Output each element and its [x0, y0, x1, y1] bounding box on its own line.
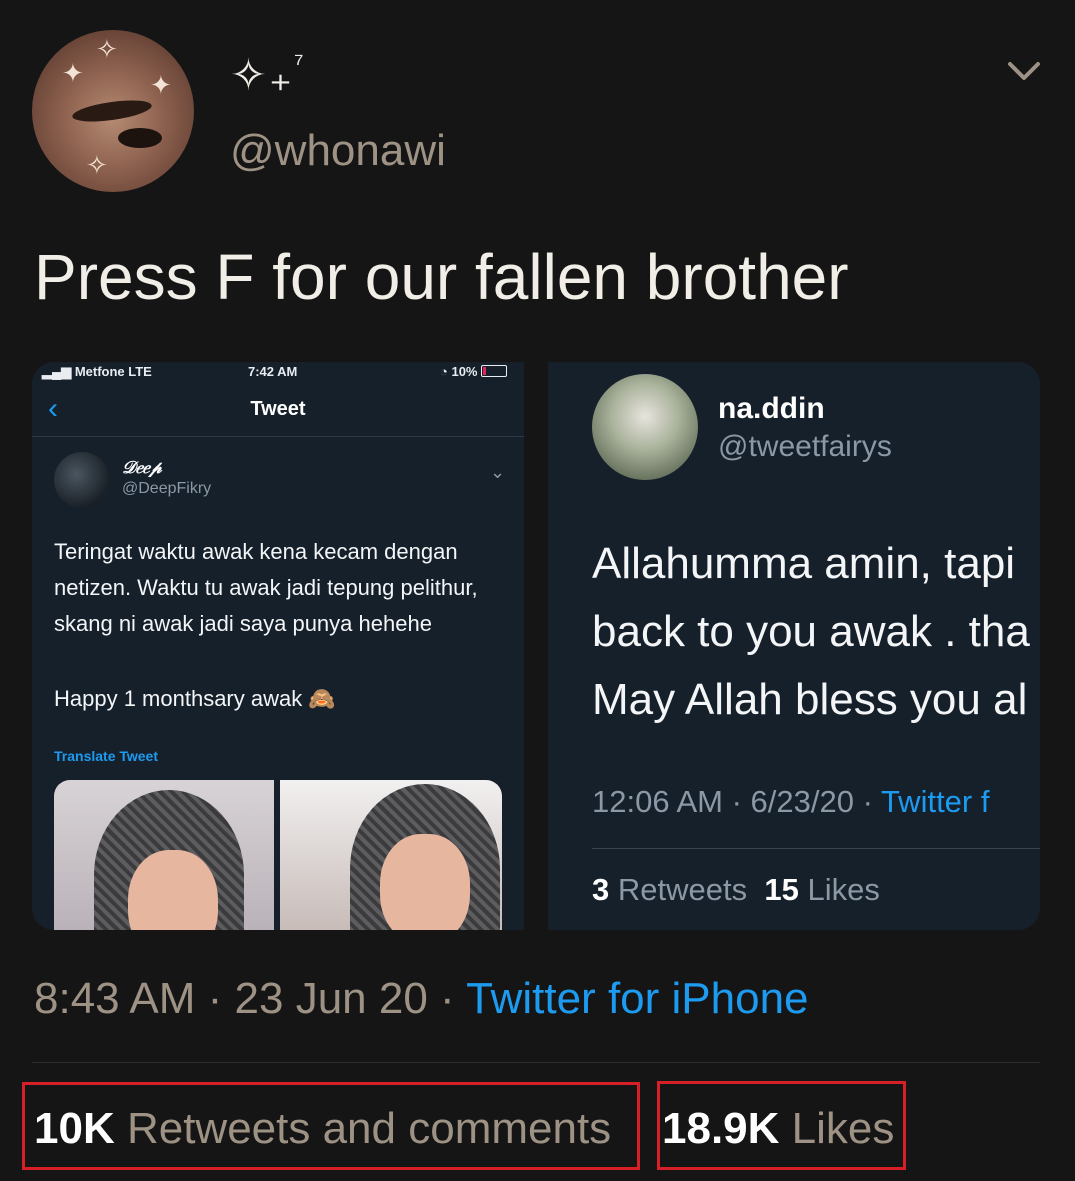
translate-tweet-link: Translate Tweet	[54, 748, 159, 764]
status-bar-battery: ◔ 10%	[440, 364, 508, 379]
tweet-source-link[interactable]: Twitter for iPhone	[466, 974, 808, 1023]
embedded-tweet-body-2: Happy 1 monthsary awak 🙈	[54, 686, 336, 711]
status-bar-carrier: ▂▄▆ Metfone LTE	[42, 364, 152, 379]
author-display-name[interactable]: ✧₊⁷	[230, 48, 306, 101]
tweet-date: 23 Jun 20	[234, 974, 428, 1023]
highlight-box-retweets	[22, 1082, 640, 1170]
embedded-avatar	[592, 374, 698, 480]
embedded-tweet-stats: 3 Retweets 15 Likes	[592, 872, 880, 907]
embedded-tweet-body: Teringat waktu awak kena kecam dengan ne…	[54, 539, 478, 636]
divider	[592, 848, 1040, 849]
chevron-down-icon[interactable]	[1004, 56, 1044, 90]
embedded-tweet-body: Allahumma amin, tapi back to you awak . …	[592, 539, 1030, 724]
media-image-right[interactable]: na.ddin @tweetfairys Allahumma amin, tap…	[548, 362, 1040, 930]
divider	[32, 436, 524, 437]
screen-title: Tweet	[250, 398, 306, 420]
author-avatar[interactable]: ✦ ✧ ✦ ✧	[32, 30, 194, 192]
tweet-meta: 8:43 AM · 23 Jun 20 · Twitter for iPhone	[34, 974, 809, 1023]
embedded-author-name: na.ddin	[718, 392, 825, 425]
embedded-tweet-meta: 12:06 AM · 6/23/20 · Twitter f	[592, 784, 990, 819]
tweet-time: 8:43 AM	[34, 974, 196, 1023]
embedded-author-name: 𝒟𝑒𝑒𝓅	[122, 458, 162, 478]
media-image-left[interactable]: ▂▄▆ Metfone LTE 7:42 AM ◔ 10% ‹ Tweet 𝒟𝑒…	[32, 362, 524, 930]
embedded-author-handle: @DeepFikry	[122, 480, 212, 497]
embedded-photo-1	[54, 780, 274, 930]
embedded-author-handle: @tweetfairys	[718, 430, 892, 463]
embedded-photo-2	[280, 780, 502, 930]
tweet-text: Press F for our fallen brother	[34, 241, 849, 313]
status-bar-time: 7:42 AM	[248, 364, 298, 379]
author-handle[interactable]: @whonawi	[230, 126, 446, 176]
chevron-down-icon: ⌄	[490, 462, 506, 482]
divider	[32, 1062, 1040, 1063]
highlight-box-likes	[657, 1081, 906, 1170]
embedded-avatar	[54, 452, 110, 508]
